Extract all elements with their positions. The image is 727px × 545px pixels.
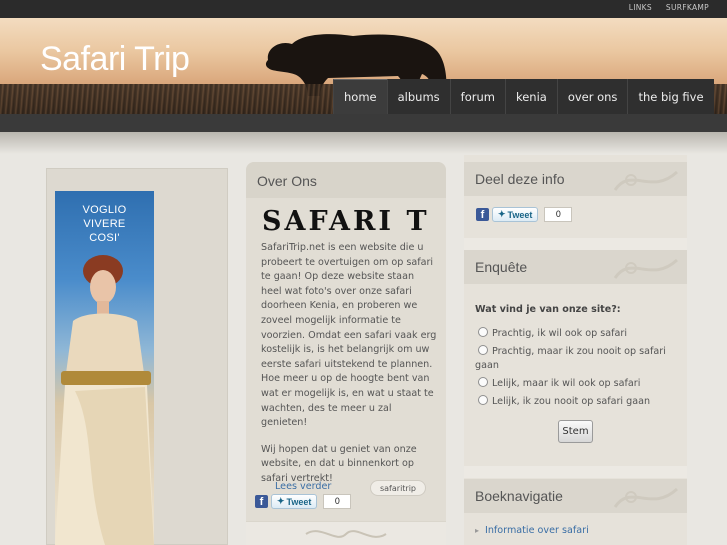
nav-albums[interactable]: albums: [386, 79, 450, 114]
nav-strip: [0, 114, 727, 132]
tweet-button[interactable]: ✦ Tweet: [271, 494, 318, 509]
swirl-ornament-icon: [613, 487, 679, 508]
tweet-count: 0: [544, 207, 573, 222]
radio-button[interactable]: [478, 327, 488, 337]
share-widget-about: f ✦ Tweet 0: [255, 494, 352, 509]
book-nav-section-header: Boeknavigatie: [464, 479, 687, 513]
poll-option-label: Prachtig, maar ik zou nooit op safari ga…: [475, 346, 666, 371]
poll-option[interactable]: Prachtig, maar ik zou nooit op safari ga…: [475, 345, 675, 373]
top-link-links[interactable]: LINKS: [629, 3, 652, 12]
poll-option[interactable]: Prachtig, ik wil ook op safari: [475, 327, 675, 341]
radio-button[interactable]: [478, 345, 488, 355]
share-widget-sidebar: f ✦ Tweet 0: [476, 207, 573, 222]
nav-shadow: [0, 132, 727, 154]
nav-home[interactable]: home: [333, 79, 387, 114]
book-nav-link-label: Informatie over safari: [485, 525, 589, 536]
tag-safaritrip[interactable]: safaritrip: [370, 480, 426, 496]
top-bar: LINKS SURFKAMP: [0, 0, 727, 18]
woman-figure-image: [55, 255, 154, 545]
about-body: SafariTrip.net is een website die u prob…: [261, 241, 437, 499]
swirl-ornament-icon: [305, 530, 387, 538]
share-section-header: Deel deze info: [464, 162, 687, 196]
book-nav-link[interactable]: ▸ Informatie over safari: [475, 525, 589, 536]
facebook-icon[interactable]: f: [476, 208, 489, 221]
top-link-surfkamp[interactable]: SURFKAMP: [666, 3, 709, 12]
poll-option-label: Lelijk, ik zou nooit op safari gaan: [492, 396, 651, 407]
section-separator: [464, 238, 687, 250]
tweet-label: Tweet: [507, 209, 533, 220]
swirl-ornament-icon: [613, 170, 679, 191]
vote-button[interactable]: Stem: [558, 420, 593, 443]
poll-section-header: Enquête: [464, 250, 687, 284]
site-title[interactable]: Safari Trip: [40, 40, 190, 79]
about-heading: Over Ons: [257, 173, 317, 189]
advertisement-banner[interactable]: VOGLIO VIVERE COSI': [55, 191, 154, 545]
section-separator: [464, 466, 687, 478]
nav-the-big-five[interactable]: the big five: [627, 79, 714, 114]
tweet-count: 0: [323, 494, 352, 509]
about-paragraph: SafariTrip.net is een website die u prob…: [261, 242, 437, 429]
nav-forum[interactable]: forum: [449, 79, 505, 114]
tweet-button[interactable]: ✦ Tweet: [492, 207, 539, 222]
top-links: LINKS SURFKAMP: [629, 3, 709, 12]
poll-question: Wat vind je van onze site?:: [475, 304, 621, 315]
poll-option[interactable]: Lelijk, maar ik wil ook op safari: [475, 377, 675, 391]
radio-button[interactable]: [478, 395, 488, 405]
twitter-bird-icon: ✦: [277, 496, 285, 506]
tweet-label: Tweet: [286, 496, 312, 507]
share-heading: Deel deze info: [475, 171, 565, 187]
main-nav: home albums forum kenia over ons the big…: [333, 79, 714, 114]
twitter-bird-icon: ✦: [498, 209, 506, 219]
nav-over-ons[interactable]: over ons: [556, 79, 628, 114]
ornament-divider: [246, 521, 446, 545]
about-panel-header: Over Ons: [246, 162, 446, 198]
radio-button[interactable]: [478, 377, 488, 387]
read-more-link[interactable]: Lees verder: [275, 481, 331, 492]
safari-logo-text: SAFARI T: [262, 206, 430, 237]
poll-option-label: Lelijk, maar ik wil ook op safari: [492, 378, 641, 389]
poll-option[interactable]: Lelijk, ik zou nooit op safari gaan: [475, 395, 675, 409]
nav-kenia[interactable]: kenia: [504, 79, 557, 114]
arrow-right-icon: ▸: [475, 526, 480, 535]
swirl-ornament-icon: [613, 258, 679, 279]
facebook-icon[interactable]: f: [255, 495, 268, 508]
poll-heading: Enquête: [475, 259, 528, 275]
poll-option-label: Prachtig, ik wil ook op safari: [492, 328, 628, 339]
book-nav-heading: Boeknavigatie: [475, 488, 563, 504]
